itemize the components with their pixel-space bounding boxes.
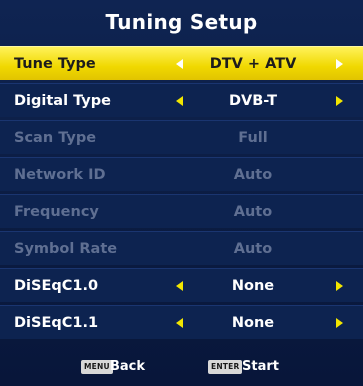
arrow-left-icon[interactable]	[176, 59, 183, 69]
menu-row-network-id: Network ID Auto	[0, 157, 363, 191]
diseqc-1-0-value: None	[231, 278, 275, 294]
diseqc-1-0-label: DiSEqC1.0	[14, 278, 99, 294]
arrow-right-icon[interactable]	[336, 281, 343, 291]
symbol-rate-label: Symbol Rate	[14, 241, 118, 257]
menu-row-scan-type: Scan Type Full	[0, 120, 363, 154]
tuning-setup-screen: Tuning Setup Tune Type DTV + ATV Digital…	[0, 0, 363, 386]
arrow-right-icon[interactable]	[336, 59, 343, 69]
enter-key-icon[interactable]: ENTER	[208, 360, 243, 374]
menu-row-symbol-rate: Symbol Rate Auto	[0, 231, 363, 265]
arrow-left-icon[interactable]	[176, 96, 183, 106]
tune-type-label: Tune Type	[14, 56, 96, 72]
arrow-left-icon[interactable]	[176, 281, 183, 291]
menu-row-tune-type[interactable]: Tune Type DTV + ATV	[0, 46, 363, 80]
network-id-value: Auto	[233, 167, 273, 183]
start-hint-label: Start	[242, 359, 279, 374]
tuning-menu: Tune Type DTV + ATV Digital Type DVB-T S…	[0, 46, 363, 342]
frequency-value: Auto	[233, 204, 273, 220]
arrow-right-icon[interactable]	[336, 96, 343, 106]
menu-row-frequency: Frequency Auto	[0, 194, 363, 228]
symbol-rate-value: Auto	[233, 241, 273, 257]
frequency-label: Frequency	[14, 204, 99, 220]
footer-hints: MENU Back ENTER Start	[0, 356, 363, 378]
menu-key-icon[interactable]: MENU	[81, 360, 113, 374]
digital-type-label: Digital Type	[14, 93, 111, 109]
arrow-left-icon[interactable]	[176, 318, 183, 328]
scan-type-value: Full	[238, 130, 268, 146]
menu-row-diseqc-1-0[interactable]: DiSEqC1.0 None	[0, 268, 363, 302]
digital-type-value: DVB-T	[228, 93, 278, 109]
arrow-right-icon[interactable]	[336, 318, 343, 328]
diseqc-1-1-value: None	[231, 315, 275, 331]
page-title: Tuning Setup	[105, 10, 258, 34]
tune-type-value: DTV + ATV	[209, 56, 297, 72]
menu-row-digital-type[interactable]: Digital Type DVB-T	[0, 83, 363, 117]
diseqc-1-1-label: DiSEqC1.1	[14, 315, 99, 331]
menu-row-diseqc-1-1[interactable]: DiSEqC1.1 None	[0, 305, 363, 339]
back-hint-label: Back	[110, 359, 146, 374]
scan-type-label: Scan Type	[14, 130, 97, 146]
network-id-label: Network ID	[14, 167, 106, 183]
